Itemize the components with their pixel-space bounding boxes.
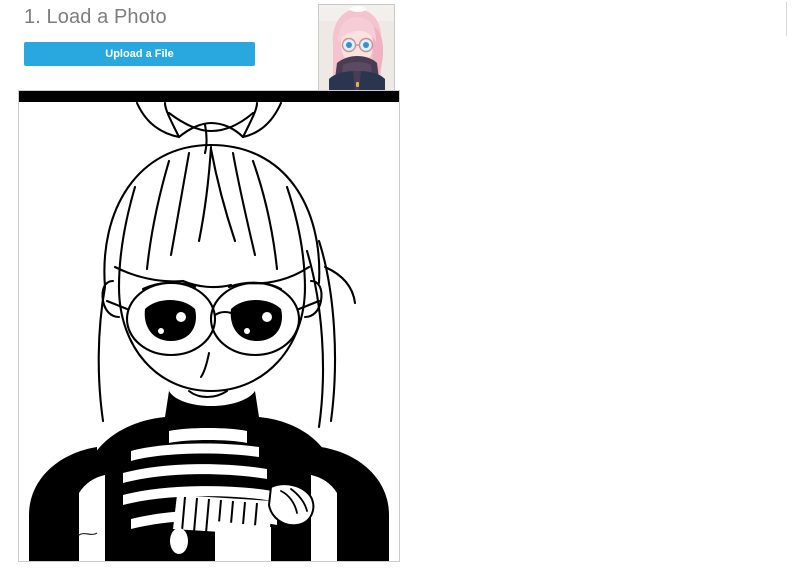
left-column: 1. Load a Photo Upload a File xyxy=(0,0,400,583)
design-preview[interactable] xyxy=(18,90,400,562)
app-root: 1. Load a Photo Upload a File xyxy=(0,0,800,583)
source-photo-thumbnail[interactable] xyxy=(318,4,395,92)
upload-file-button[interactable]: Upload a File xyxy=(24,42,255,66)
step1-heading: 1. Load a Photo xyxy=(24,6,167,28)
thumbnail-artwork xyxy=(319,5,394,91)
preview-artwork xyxy=(19,91,399,561)
right-column: 2. Turn It into a Design Experiment with… xyxy=(400,0,800,583)
